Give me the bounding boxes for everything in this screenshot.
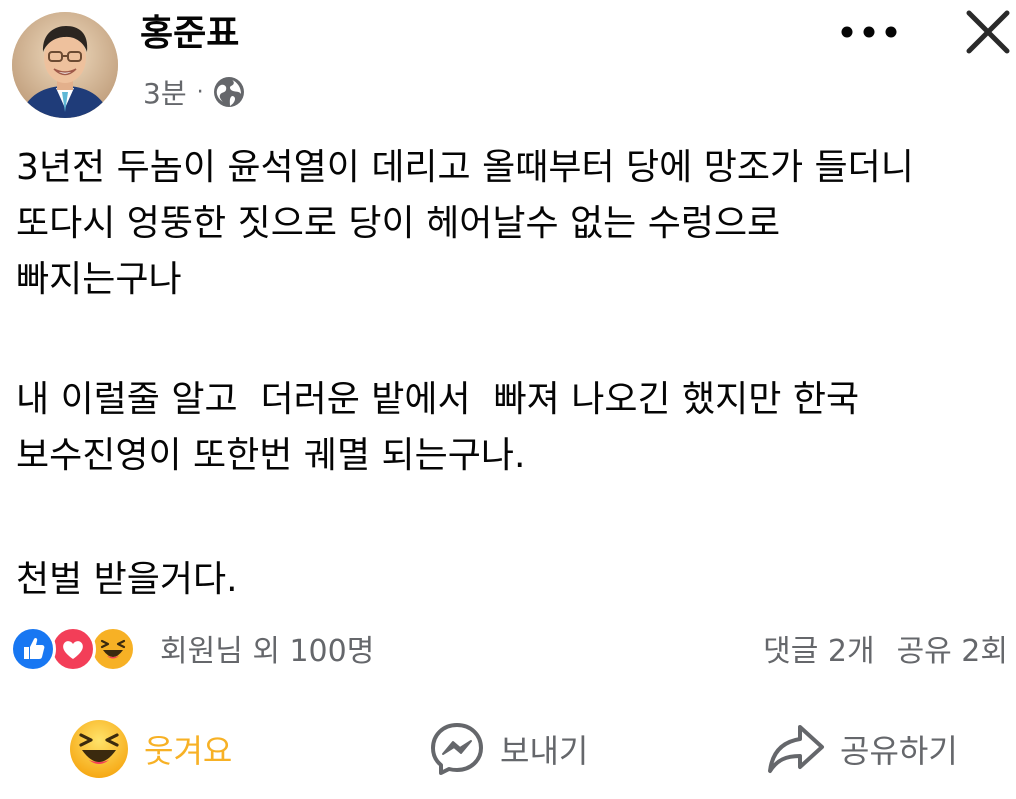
post-line: 내 이럴줄 알고 더러운 밭에서 빠져 나오긴 했지만 한국: [16, 379, 860, 420]
globe-icon[interactable]: [212, 75, 246, 109]
post-time[interactable]: 3분: [143, 72, 187, 112]
author-name[interactable]: 홍준표: [140, 12, 239, 56]
send-label: 보내기: [500, 732, 589, 770]
post-meta: 3분 ·: [143, 72, 246, 112]
comment-count[interactable]: 댓글 2개: [763, 626, 874, 670]
post-line: 또다시 엉뚱한 짓으로 당이 헤어날수 없는 수렁으로: [16, 203, 781, 244]
reaction-icons: [10, 622, 150, 674]
share-arrow-icon: [768, 725, 824, 773]
reaction-count[interactable]: 회원님 외 100명: [160, 626, 374, 670]
more-horizontal-icon: [841, 26, 897, 38]
close-button[interactable]: [960, 6, 1016, 58]
haha-icon: [70, 720, 128, 778]
share-count[interactable]: 공유 2회: [897, 626, 1008, 670]
post-text: 3년전 두놈이 윤석열이 데리고 올때부터 당에 망조가 들더니 또다시 엉뚱한…: [16, 140, 1006, 608]
haha-icon: [90, 626, 136, 672]
post-line: 천벌 받을거다.: [16, 559, 238, 600]
reactions-summary[interactable]: 회원님 외 100명: [10, 620, 374, 676]
meta-separator: ·: [196, 79, 204, 105]
facebook-post: 홍준표 3분 · 3년전 두놈이 윤석열이 데리고 올때부터 당에 망조가 들더…: [0, 0, 1016, 799]
laugh-reaction-button[interactable]: 웃겨요: [68, 712, 232, 786]
avatar[interactable]: [12, 12, 118, 118]
action-bar: 웃겨요 보내기 공유하기: [0, 712, 1016, 786]
post-line: 보수진영이 또한번 궤멸 되는구나.: [16, 435, 526, 476]
avatar-photo: [12, 12, 118, 118]
like-icon: [10, 626, 56, 672]
send-button[interactable]: 보내기: [428, 712, 588, 786]
share-label: 공유하기: [840, 732, 958, 770]
laugh-label: 웃겨요: [144, 732, 233, 770]
love-icon: [50, 626, 96, 672]
post-line: 3년전 두놈이 윤석열이 데리고 올때부터 당에 망조가 들더니: [16, 147, 914, 188]
more-options-button[interactable]: [836, 12, 902, 52]
messenger-icon: [431, 723, 483, 775]
share-button[interactable]: 공유하기: [766, 712, 958, 786]
post-line: 빠지는구나: [16, 259, 182, 300]
close-icon: [966, 10, 1010, 54]
post-stats: 댓글 2개 공유 2회: [763, 620, 1008, 676]
